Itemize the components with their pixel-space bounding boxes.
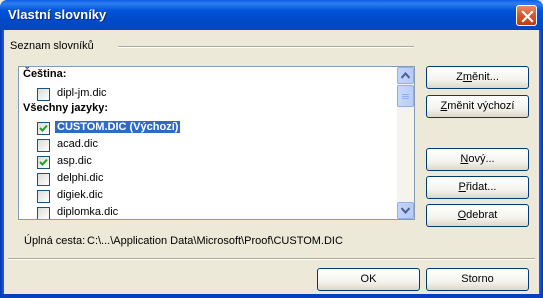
- dictionary-checkbox[interactable]: [37, 190, 50, 203]
- window-frame-left: [0, 30, 4, 298]
- window-frame-right: [539, 30, 543, 298]
- dictionary-checkbox[interactable]: [37, 207, 50, 219]
- dictionary-checkbox[interactable]: [37, 173, 50, 186]
- add-button[interactable]: Přidat...: [426, 176, 529, 199]
- vertical-scrollbar[interactable]: [397, 67, 414, 219]
- remove-button-accesskey: O: [457, 209, 467, 221]
- dictionary-list[interactable]: Čeština: dipl-jm.dic Všechny jazyky: CUSTOM…: [18, 66, 415, 220]
- full-path-value: C:\...\Application Data\Microsoft\Proof\…: [87, 235, 343, 247]
- checkmark-icon: [39, 124, 48, 132]
- dictionary-checkbox[interactable]: [37, 156, 50, 169]
- list-item[interactable]: asp.dic: [19, 153, 397, 170]
- change-button-accesskey: m: [462, 71, 472, 83]
- list-item[interactable]: dipl-jm.dic: [19, 85, 397, 102]
- list-group-header: Čeština:: [23, 68, 67, 80]
- ok-button[interactable]: OK: [317, 268, 420, 291]
- scroll-down-button[interactable]: [397, 202, 414, 219]
- thumb-grip: [402, 98, 409, 99]
- scroll-thumb[interactable]: [397, 85, 414, 107]
- window-title: Vlastní slovníky: [8, 7, 107, 22]
- list-group-header: Všechny jazyky:: [23, 102, 108, 114]
- dictionary-checkbox[interactable]: [37, 122, 50, 135]
- checkmark-icon: [39, 158, 48, 166]
- dictionary-checkbox[interactable]: [37, 88, 50, 101]
- thumb-grip: [402, 96, 409, 97]
- arrow-up-icon: [401, 72, 410, 79]
- cancel-button[interactable]: Storno: [426, 268, 529, 291]
- scroll-up-button[interactable]: [397, 67, 414, 84]
- change-button[interactable]: Změnit...: [426, 66, 529, 89]
- full-path-label: Úplná cesta:: [24, 235, 86, 247]
- list-item-label: acad.dic: [57, 138, 98, 150]
- cancel-button-label: Storno: [461, 273, 494, 285]
- list-item[interactable]: digiek.dic: [19, 187, 397, 204]
- change-button-label: Z: [456, 71, 463, 83]
- new-button-label: ový...: [468, 153, 495, 165]
- group-label: Seznam slovníků: [10, 40, 98, 52]
- remove-button[interactable]: Odebrat: [426, 204, 529, 227]
- thumb-grip: [402, 94, 409, 95]
- separator: [8, 258, 535, 260]
- list-item-label: CUSTOM.DIC (Výchozí): [55, 121, 181, 133]
- group-divider: [118, 46, 414, 48]
- list-item-label: digiek.dic: [57, 189, 103, 201]
- list-item[interactable]: delphi.dic: [19, 170, 397, 187]
- list-item-label: diplomka.dic: [57, 206, 119, 218]
- change-default-label: měnit výchozí: [447, 100, 515, 112]
- close-button[interactable]: [516, 5, 537, 26]
- dictionary-checkbox[interactable]: [37, 139, 50, 152]
- list-item[interactable]: acad.dic: [19, 136, 397, 153]
- list-item-label: asp.dic: [57, 155, 92, 167]
- list-item[interactable]: diplomka.dic: [19, 204, 397, 219]
- ok-button-label: OK: [360, 273, 377, 285]
- list-item-label: dipl-jm.dic: [57, 87, 107, 99]
- change-default-button[interactable]: Změnit výchozí: [426, 95, 529, 118]
- list-item-label: delphi.dic: [57, 172, 104, 184]
- add-button-accesskey: P: [458, 181, 466, 193]
- close-icon: [521, 10, 534, 23]
- add-button-label: řidat...: [465, 181, 497, 193]
- list-item[interactable]: CUSTOM.DIC (Výchozí): [19, 119, 397, 136]
- window-frame-bottom: [0, 294, 543, 298]
- remove-button-label: debrat: [466, 209, 498, 221]
- new-button[interactable]: Nový...: [426, 148, 529, 171]
- change-button-label-rest: ěnit...: [472, 71, 499, 83]
- title-bar: Vlastní slovníky: [0, 0, 543, 30]
- arrow-down-icon: [401, 207, 410, 214]
